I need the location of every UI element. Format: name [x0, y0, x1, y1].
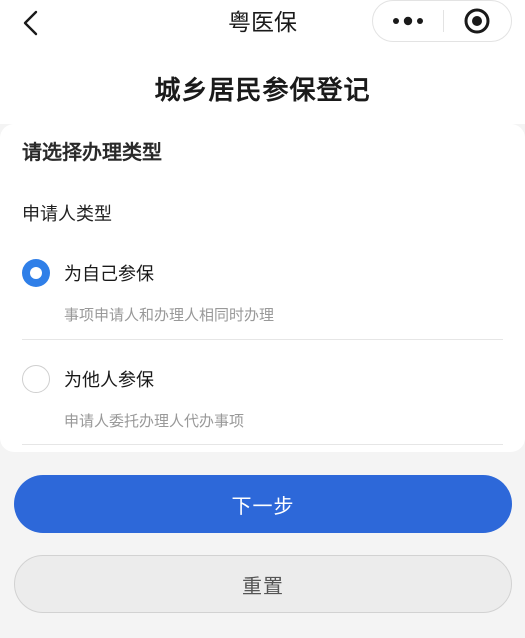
- page-header: 城乡居民参保登记: [0, 46, 525, 124]
- close-button[interactable]: [444, 1, 512, 41]
- option-description: 申请人委托办理人代办事项: [64, 412, 245, 430]
- option-description: 事项申请人和办理人相同时办理: [64, 306, 275, 324]
- applicant-type-label: 申请人类型: [22, 204, 112, 225]
- divider: [22, 444, 503, 445]
- reset-button[interactable]: 重置: [14, 555, 512, 613]
- option-insure-others[interactable]: 为他人参保 申请人委托办理人代办事项: [22, 358, 503, 440]
- mini-program-capsule: [372, 0, 512, 42]
- radio-checked[interactable]: [22, 259, 50, 287]
- close-circle-icon: [464, 8, 490, 34]
- section-title: 请选择办理类型: [22, 140, 162, 164]
- more-button[interactable]: [373, 1, 443, 41]
- page-title: 城乡居民参保登记: [154, 76, 371, 106]
- divider: [22, 339, 503, 340]
- option-label: 为自己参保: [64, 264, 154, 285]
- form-card: 请选择办理类型 申请人类型 为自己参保 事项申请人和办理人相同时办理 为他人参保…: [0, 124, 525, 452]
- option-self-insure[interactable]: 为自己参保 事项申请人和办理人相同时办理: [22, 252, 503, 334]
- next-step-button[interactable]: 下一步: [14, 475, 512, 533]
- option-label: 为他人参保: [64, 370, 154, 391]
- more-dots-icon: [392, 16, 423, 26]
- radio-unchecked[interactable]: [22, 365, 50, 393]
- navigation-bar: 粤医保: [0, 0, 525, 46]
